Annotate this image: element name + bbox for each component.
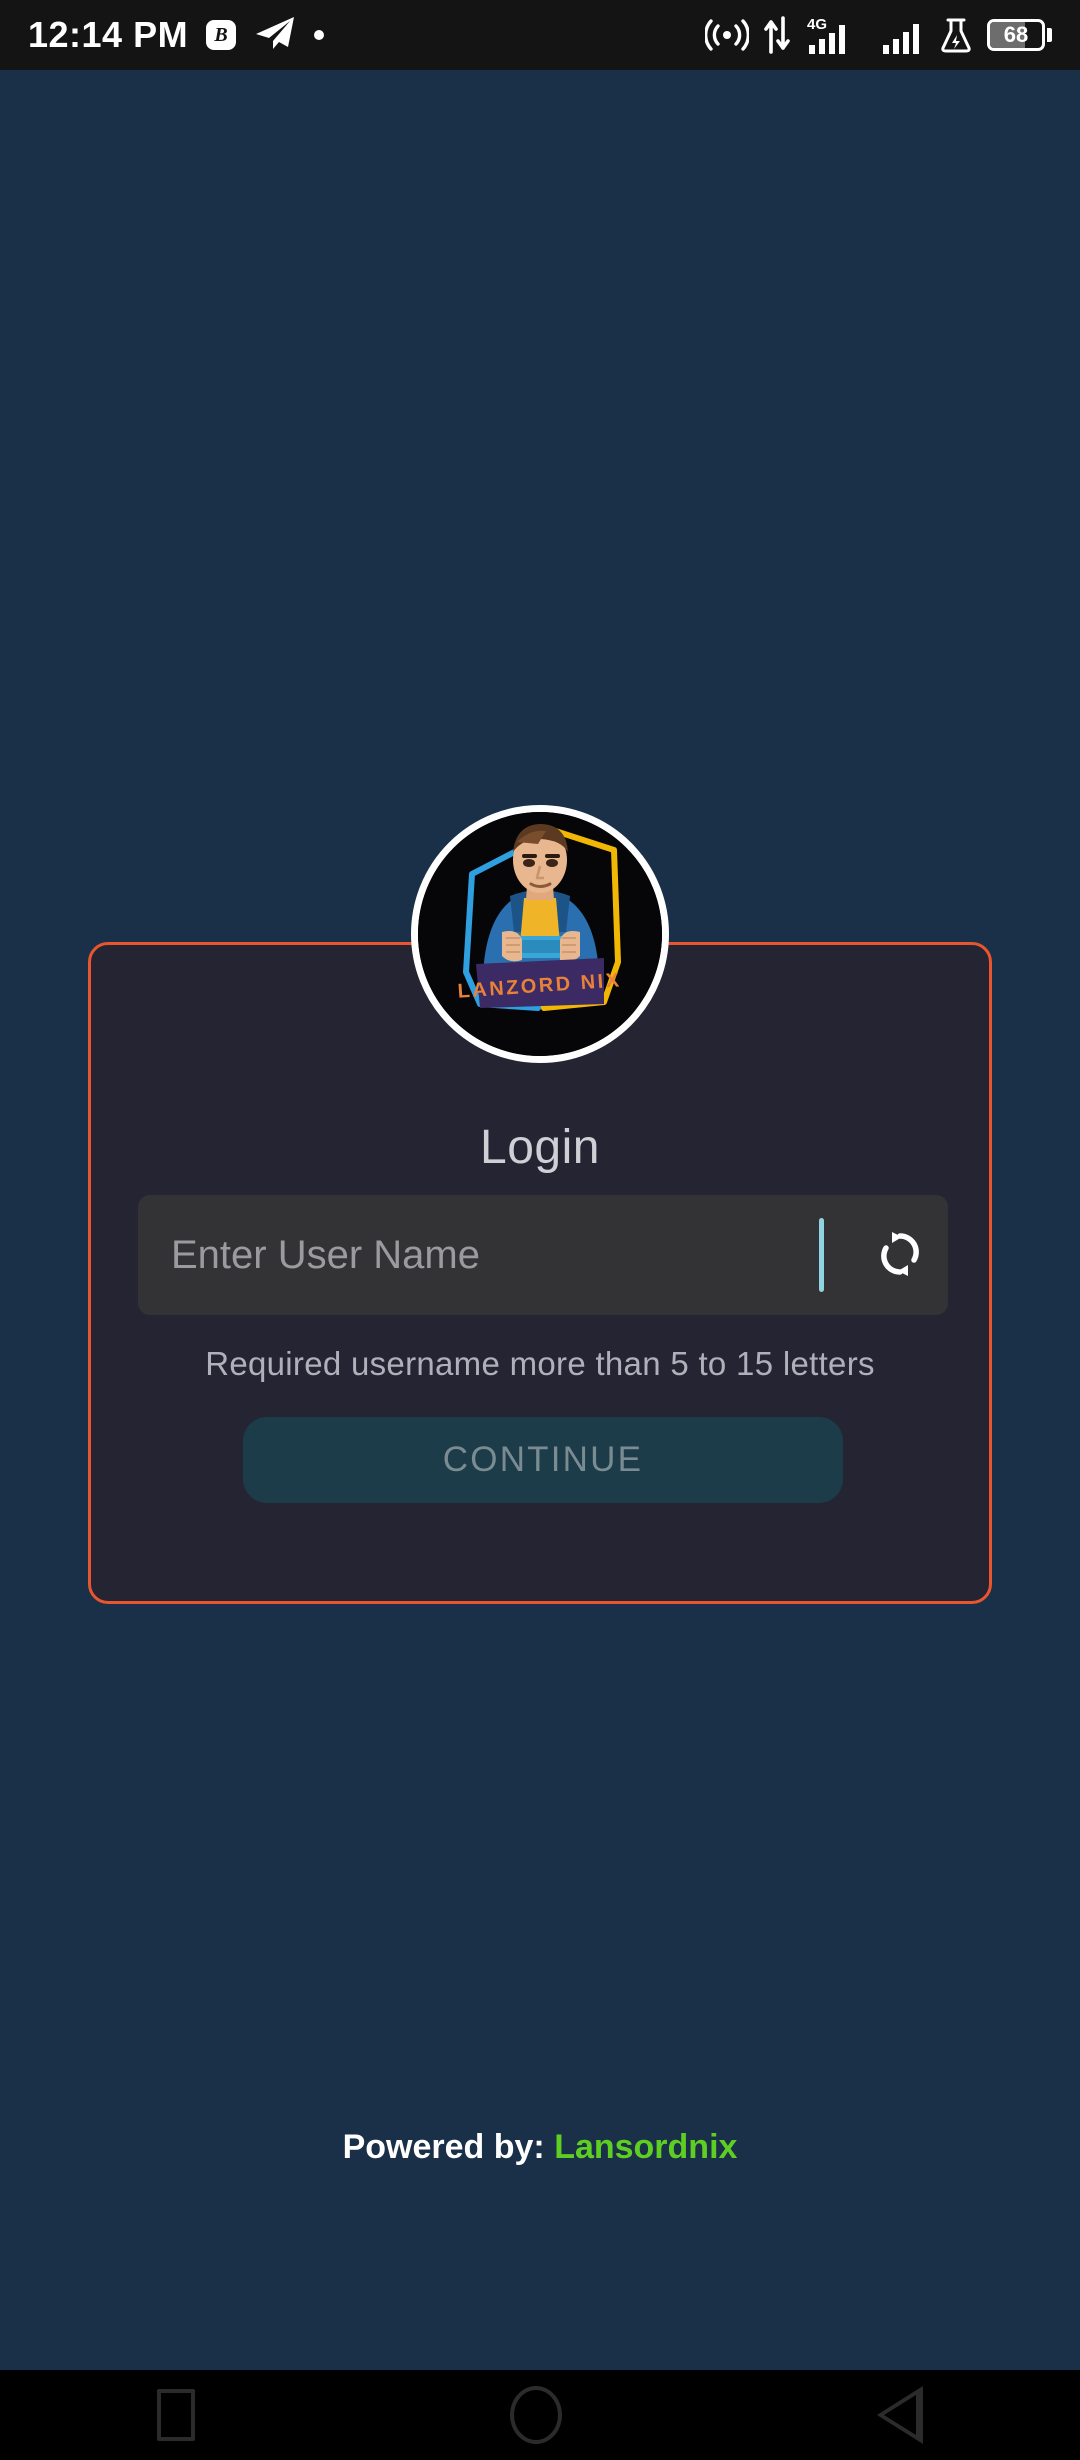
status-bar-clock: 12:14 PM <box>28 14 189 55</box>
battery-icon: 68 <box>987 19 1052 51</box>
main-content: LANZORD NIX Login Enter User Name Requir… <box>0 70 1080 2370</box>
phone-screen: 12:14 PM B 4G 68 LANZORD NIX Login Enter… <box>0 0 1080 2460</box>
data-transfer-icon <box>763 16 791 54</box>
status-bar: 12:14 PM B 4G 68 <box>0 0 1080 70</box>
telegram-icon <box>254 15 296 56</box>
svg-text:4G: 4G <box>807 16 827 33</box>
logo-circle: LANZORD NIX <box>411 805 669 1063</box>
hotspot-icon <box>705 18 749 52</box>
page-title: Login <box>480 1121 600 1174</box>
input-divider <box>819 1218 824 1292</box>
powered-by-label: Powered by: <box>342 2128 545 2166</box>
back-triangle-icon[interactable] <box>876 2386 923 2444</box>
brand-name: Lansordnix <box>554 2128 738 2166</box>
status-bar-right: 4G 68 <box>705 15 1052 55</box>
username-input[interactable] <box>138 1232 819 1278</box>
app-logo: LANZORD NIX <box>411 805 669 1063</box>
continue-button[interactable]: CONTINUE <box>243 1417 843 1503</box>
signal-bars-secondary-icon <box>881 15 925 55</box>
recents-square-icon[interactable] <box>157 2389 196 2441</box>
gaming-avatar-icon: LANZORD NIX <box>418 812 662 1056</box>
status-bar-left: 12:14 PM B <box>28 14 325 56</box>
username-helper-text: Required username more than 5 to 15 lett… <box>205 1345 875 1382</box>
dot-icon <box>314 30 325 40</box>
footer: Powered by: Lansordnix <box>0 2128 1080 2167</box>
battery-percent-label: 68 <box>1003 22 1029 47</box>
home-circle-icon[interactable] <box>509 2386 562 2444</box>
username-input-row[interactable] <box>138 1195 948 1315</box>
refresh-icon <box>876 1228 924 1283</box>
refresh-button[interactable] <box>852 1195 948 1315</box>
b-badge-icon: B <box>206 20 237 50</box>
network-4g-signal-icon: 4G <box>805 15 867 55</box>
android-nav-bar <box>0 2370 1080 2460</box>
flask-icon <box>939 17 973 53</box>
